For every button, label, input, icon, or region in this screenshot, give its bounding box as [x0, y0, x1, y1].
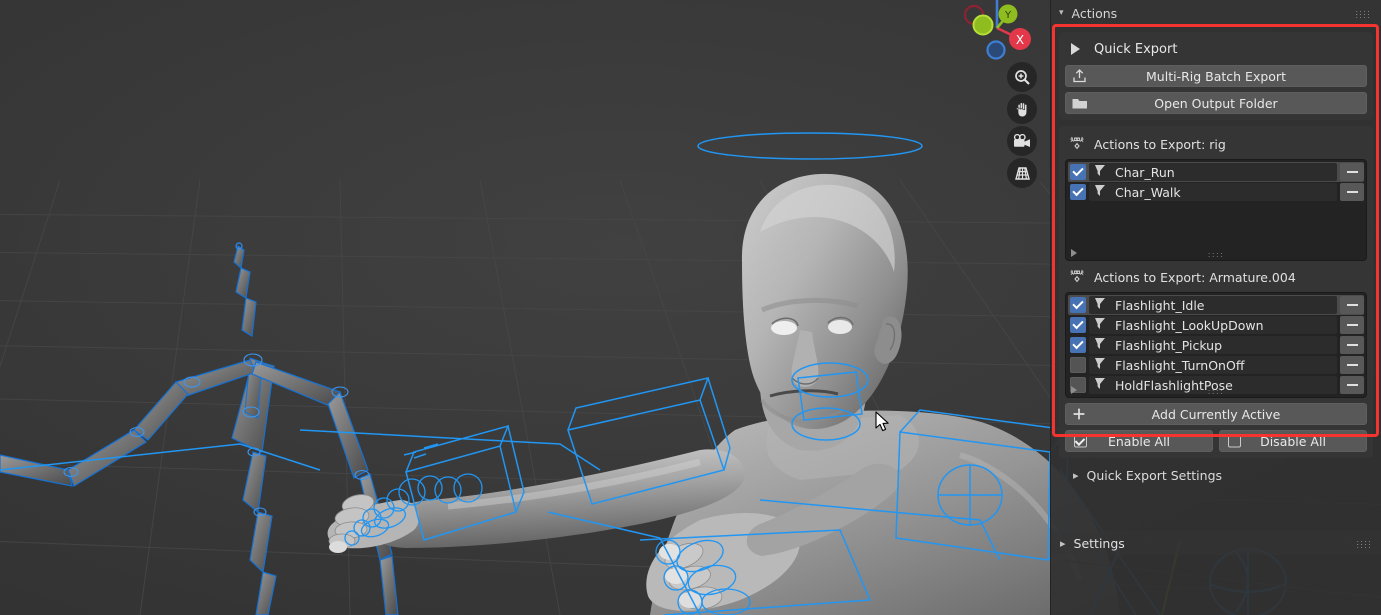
action-enable-checkbox[interactable]: [1070, 337, 1086, 353]
open-output-folder-label: Open Output Folder: [1154, 95, 1278, 111]
quick-export-settings-label: Quick Export Settings: [1086, 468, 1223, 483]
action-name-field[interactable]: Flashlight_TurnOnOff: [1089, 356, 1337, 374]
add-currently-active-button[interactable]: Add Currently Active: [1065, 403, 1367, 425]
action-name-field[interactable]: Char_Walk: [1089, 183, 1337, 201]
drag-grip-icon[interactable]: ::::::::: [1356, 539, 1372, 550]
open-output-folder-button[interactable]: Open Output Folder: [1065, 92, 1367, 114]
action-name-field[interactable]: Char_Run: [1089, 163, 1337, 181]
disable-all-label: Disable All: [1260, 433, 1326, 449]
actions-lists-section: Actions to Export: rig Char_Run Char_Wal…: [1059, 126, 1373, 458]
quick-export-label: Quick Export: [1094, 41, 1178, 57]
export-upload-icon: [1072, 69, 1087, 84]
action-flag-icon: [1093, 337, 1107, 353]
folder-icon: [1072, 96, 1088, 110]
action-enable-checkbox[interactable]: [1070, 357, 1086, 373]
enable-all-label: Enable All: [1107, 433, 1171, 449]
viewport-axis-gizmo[interactable]: Y X: [952, 0, 1034, 70]
action-icon: [1069, 268, 1085, 287]
viewport-nav-buttons: [1007, 62, 1037, 190]
remove-icon[interactable]: [1340, 183, 1364, 201]
list-item[interactable]: Flashlight_LookUpDown: [1068, 315, 1364, 335]
expand-triangle-icon[interactable]: [1071, 386, 1077, 394]
group-title-label: Actions to Export: Armature.004: [1094, 270, 1296, 285]
enable-disable-row: Enable All Disable All: [1065, 430, 1367, 452]
quick-export-section: Quick Export Multi-Rig Batch Export Open…: [1059, 32, 1373, 120]
checkbox-checked-icon: [1074, 434, 1087, 448]
group-title-armature: Actions to Export: Armature.004: [1065, 261, 1367, 292]
remove-icon[interactable]: [1340, 316, 1364, 334]
remove-icon[interactable]: [1340, 296, 1364, 314]
expand-triangle-icon[interactable]: [1071, 249, 1077, 257]
hand-pan-icon[interactable]: [1007, 94, 1037, 124]
action-icon: [1069, 135, 1085, 154]
panel-title: Actions: [1071, 5, 1118, 21]
list-item[interactable]: Flashlight_Pickup: [1068, 335, 1364, 355]
action-enable-checkbox[interactable]: [1070, 164, 1086, 180]
multi-rig-batch-export-button[interactable]: Multi-Rig Batch Export: [1065, 65, 1367, 87]
quick-export-header[interactable]: Quick Export: [1065, 38, 1367, 60]
settings-panel-header[interactable]: ▸ Settings ::::::::: [1051, 531, 1381, 555]
list-item[interactable]: Flashlight_TurnOnOff: [1068, 355, 1364, 375]
plus-icon: [1072, 407, 1086, 421]
checkbox-unchecked-icon: [1228, 434, 1241, 448]
list-footer[interactable]: ::::: [1066, 246, 1366, 260]
remove-icon[interactable]: [1340, 336, 1364, 354]
action-flag-icon: [1093, 164, 1107, 180]
disable-all-button[interactable]: Disable All: [1219, 430, 1367, 452]
axis-label-x: X: [1016, 33, 1024, 47]
play-triangle-icon: [1071, 43, 1080, 55]
add-currently-active-label: Add Currently Active: [1151, 406, 1281, 422]
action-name-field[interactable]: Flashlight_LookUpDown: [1089, 316, 1337, 334]
axis-label-y: Y: [1004, 10, 1012, 21]
enable-all-button[interactable]: Enable All: [1065, 430, 1213, 452]
list-footer[interactable]: ::::: [1066, 383, 1366, 397]
action-flag-icon: [1093, 317, 1107, 333]
action-flag-icon: [1093, 184, 1107, 200]
orthographic-grid-icon[interactable]: [1007, 158, 1037, 188]
panel-lower-transparent-area: [1051, 555, 1381, 615]
action-enable-checkbox[interactable]: [1070, 317, 1086, 333]
action-name-field[interactable]: Flashlight_Pickup: [1089, 336, 1337, 354]
remove-icon[interactable]: [1340, 356, 1364, 374]
actions-side-panel: ▾ Actions :::::::: Quick Export Multi-Ri…: [1050, 0, 1381, 615]
action-flag-icon: [1093, 357, 1107, 373]
list-item[interactable]: Char_Run: [1068, 162, 1364, 182]
drag-grip-icon[interactable]: ::::::::: [1355, 9, 1371, 20]
remove-icon[interactable]: [1340, 163, 1364, 181]
action-name-field[interactable]: Flashlight_Idle: [1089, 296, 1337, 314]
camera-view-icon[interactable]: [1007, 126, 1037, 156]
mouse-pointer-icon: [875, 411, 889, 432]
action-enable-checkbox[interactable]: [1070, 297, 1086, 313]
list-item[interactable]: Flashlight_Idle: [1068, 295, 1364, 315]
zoom-magnifier-icon[interactable]: [1007, 62, 1037, 92]
resize-grip-icon[interactable]: ::::: [1208, 387, 1224, 396]
list-item[interactable]: Char_Walk: [1068, 182, 1364, 202]
resize-grip-icon[interactable]: ::::: [1208, 250, 1224, 259]
chevron-right-icon[interactable]: ▸: [1073, 469, 1079, 482]
action-flag-icon: [1093, 297, 1107, 313]
action-list-armature[interactable]: Flashlight_Idle Flashlight_LookUpDown Fl…: [1065, 292, 1367, 398]
panel-header-actions[interactable]: ▾ Actions ::::::::: [1051, 0, 1381, 26]
action-list-rig[interactable]: Char_Run Char_Walk ::::: [1065, 159, 1367, 261]
group-title-rig: Actions to Export: rig: [1065, 128, 1367, 159]
multi-rig-batch-export-label: Multi-Rig Batch Export: [1146, 68, 1286, 84]
chevron-down-icon[interactable]: ▾: [1059, 8, 1064, 18]
settings-label: Settings: [1073, 535, 1125, 551]
action-enable-checkbox[interactable]: [1070, 184, 1086, 200]
quick-export-settings-header[interactable]: ▸ Quick Export Settings: [1051, 458, 1381, 483]
group-title-label: Actions to Export: rig: [1094, 137, 1226, 152]
chevron-right-icon[interactable]: ▸: [1060, 537, 1066, 550]
